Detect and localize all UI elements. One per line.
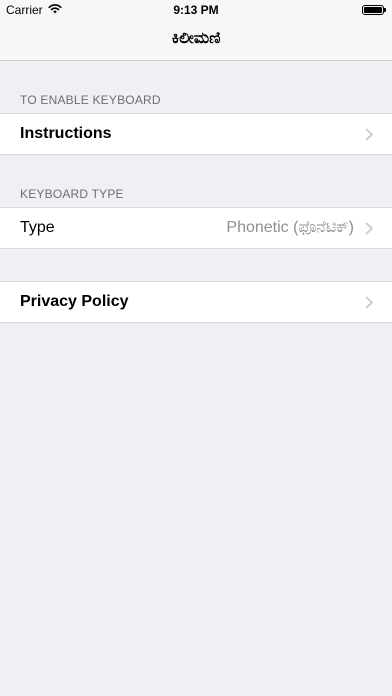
chevron-right-icon [365,128,374,141]
chevron-right-icon [365,296,374,309]
section-header-enable: TO ENABLE KEYBOARD [20,93,161,107]
instructions-label: Instructions [20,125,112,142]
privacy-policy-row[interactable]: Privacy Policy [0,281,392,323]
chevron-right-icon [365,222,374,235]
status-time: 9:13 PM [173,3,219,17]
status-bar: Carrier 9:13 PM [0,0,392,20]
privacy-policy-label: Privacy Policy [20,293,129,310]
navigation-bar: ಕಿಲೀಮಣಿ [0,20,392,61]
instructions-row[interactable]: Instructions [0,113,392,155]
battery-icon [362,5,386,15]
keyboard-type-row[interactable]: Type Phonetic (ಫೊನೆಟಿಕ್) [0,207,392,249]
type-label: Type [20,219,55,236]
type-value: Phonetic (ಫೊನೆಟಿಕ್) [226,219,354,236]
page-title: ಕಿಲೀಮಣಿ [171,30,221,47]
battery-fill [364,7,382,13]
section-header-keyboard-type: KEYBOARD TYPE [20,187,124,201]
